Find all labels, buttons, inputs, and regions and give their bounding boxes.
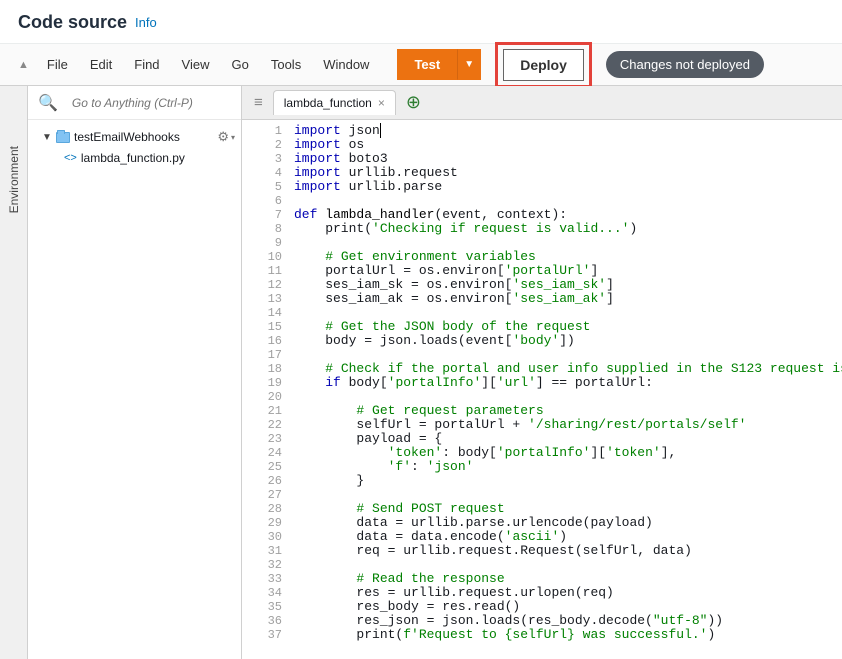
tab-label: lambda_function (284, 96, 372, 110)
menu-item-window[interactable]: Window (313, 51, 379, 78)
menu-item-tools[interactable]: Tools (261, 51, 311, 78)
code-content[interactable]: import jsonimport osimport boto3import u… (288, 120, 842, 659)
file-name: lambda_function.py (81, 151, 185, 165)
editor-tab[interactable]: lambda_function × (273, 90, 396, 115)
panel-title: Code source (18, 12, 127, 33)
folder-name: testEmailWebhooks (74, 130, 180, 144)
test-button[interactable]: Test (397, 49, 457, 80)
folder-icon (56, 132, 70, 143)
menu-item-file[interactable]: File (37, 51, 78, 78)
tree-folder-row[interactable]: ▼ testEmailWebhooks ⚙▾ (32, 126, 237, 148)
menu-item-go[interactable]: Go (222, 51, 259, 78)
deploy-button[interactable]: Deploy (503, 49, 584, 81)
tree-file-row[interactable]: <> lambda_function.py (32, 148, 237, 168)
editor-tab-bar: ≡ lambda_function × ⊕ (242, 86, 842, 120)
collapse-icon[interactable]: ▲ (10, 59, 37, 71)
tab-list-icon[interactable]: ≡ (248, 92, 269, 113)
code-area[interactable]: 1234567891011121314151617181920212223242… (242, 120, 842, 659)
file-tree: ▼ testEmailWebhooks ⚙▾ <> lambda_functio… (28, 120, 241, 174)
menu-item-find[interactable]: Find (124, 51, 169, 78)
menu-bar: FileEditFindViewGoToolsWindow (37, 51, 380, 78)
line-gutter: 1234567891011121314151617181920212223242… (242, 120, 288, 659)
test-button-group: Test ▼ (397, 49, 481, 80)
search-icon[interactable]: 🔍 (34, 91, 62, 115)
file-explorer: 🔍 ▼ testEmailWebhooks ⚙▾ <> lambda_funct… (28, 86, 242, 659)
test-dropdown-button[interactable]: ▼ (457, 49, 481, 80)
menu-item-edit[interactable]: Edit (80, 51, 122, 78)
file-icon: <> (64, 152, 77, 164)
panel-header: Code source Info (0, 0, 842, 44)
chevron-down-icon: ▼ (42, 132, 52, 143)
info-link[interactable]: Info (135, 15, 157, 30)
editor-pane: ≡ lambda_function × ⊕ 123456789101112131… (242, 86, 842, 659)
ide-toolbar: ▲ FileEditFindViewGoToolsWindow Test ▼ D… (0, 44, 842, 86)
environment-side-tab[interactable]: Environment (0, 86, 28, 659)
menu-item-view[interactable]: View (172, 51, 220, 78)
add-tab-icon[interactable]: ⊕ (400, 92, 427, 113)
close-icon[interactable]: × (378, 96, 385, 110)
goto-anything-input[interactable] (68, 92, 235, 114)
gear-icon[interactable]: ⚙▾ (217, 129, 235, 145)
deploy-highlight: Deploy (495, 42, 592, 88)
environment-label: Environment (7, 146, 21, 213)
deploy-status-badge: Changes not deployed (606, 51, 764, 78)
